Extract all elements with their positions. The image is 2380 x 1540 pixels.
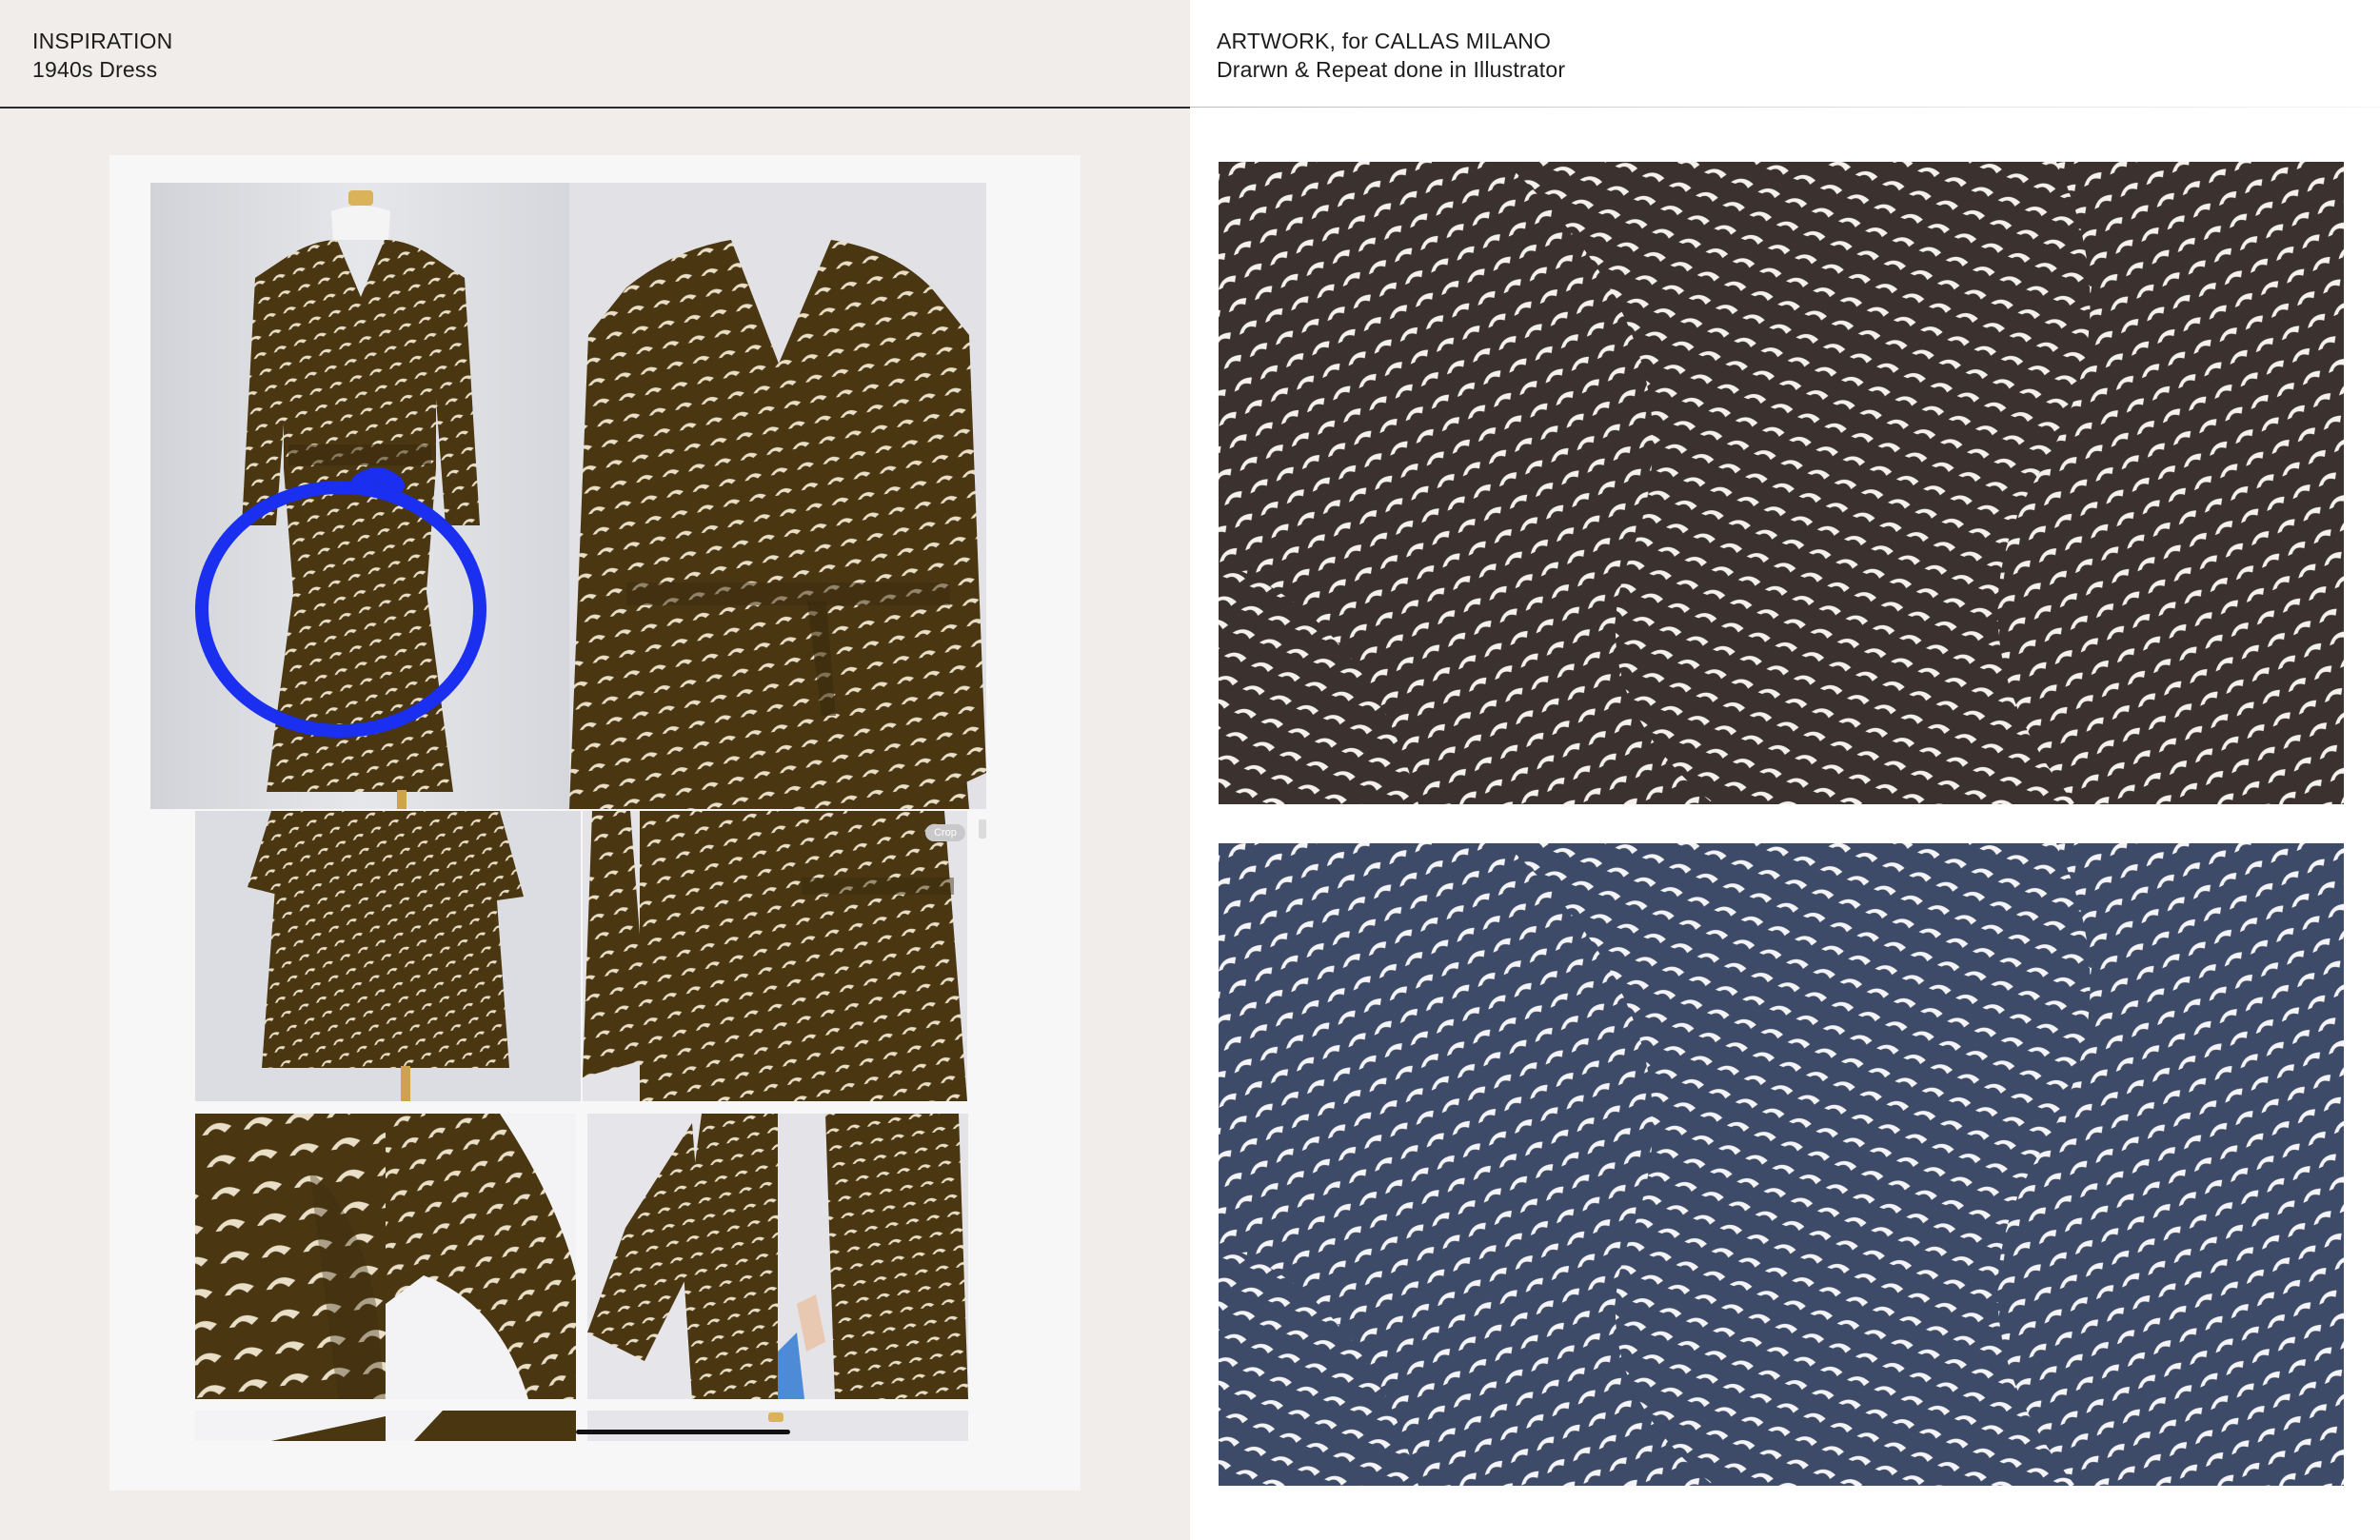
video-progress-line [576,1430,790,1434]
dress-hand-photo [778,1114,968,1399]
artwork-title: ARTWORK, for CALLAS MILANO [1217,29,1552,53]
dress-side-photo [583,811,967,1101]
bottom-strip-photo-3 [587,1411,968,1441]
right-divider-rule [1190,107,2380,108]
inspiration-heading: INSPIRATION 1940s Dress [32,27,172,84]
crop-button[interactable]: Crop [925,824,965,841]
inspiration-subtitle: 1940s Dress [32,57,158,82]
dress-front-photo [150,183,569,809]
dress-closeup-photo [569,183,986,809]
bottom-strip-photo-1 [195,1411,386,1441]
left-divider-rule [0,107,1190,109]
skirt-detail-photo [195,811,581,1101]
artwork-heading: ARTWORK, for CALLAS MILANO Drarwn & Repe… [1217,27,1565,84]
artwork-swatch-brown [1219,162,2344,804]
scroll-handle[interactable] [979,819,986,839]
bell-sleeve-photo [587,1114,778,1399]
fabric-closeup-photo [195,1114,386,1399]
bottom-strip-photo-2 [386,1411,576,1441]
shoulder-closeup-photo [386,1114,576,1399]
artwork-swatch-navy [1219,843,2344,1486]
artwork-subtitle: Drarwn & Repeat done in Illustrator [1217,57,1566,82]
inspiration-title: INSPIRATION [32,29,173,53]
